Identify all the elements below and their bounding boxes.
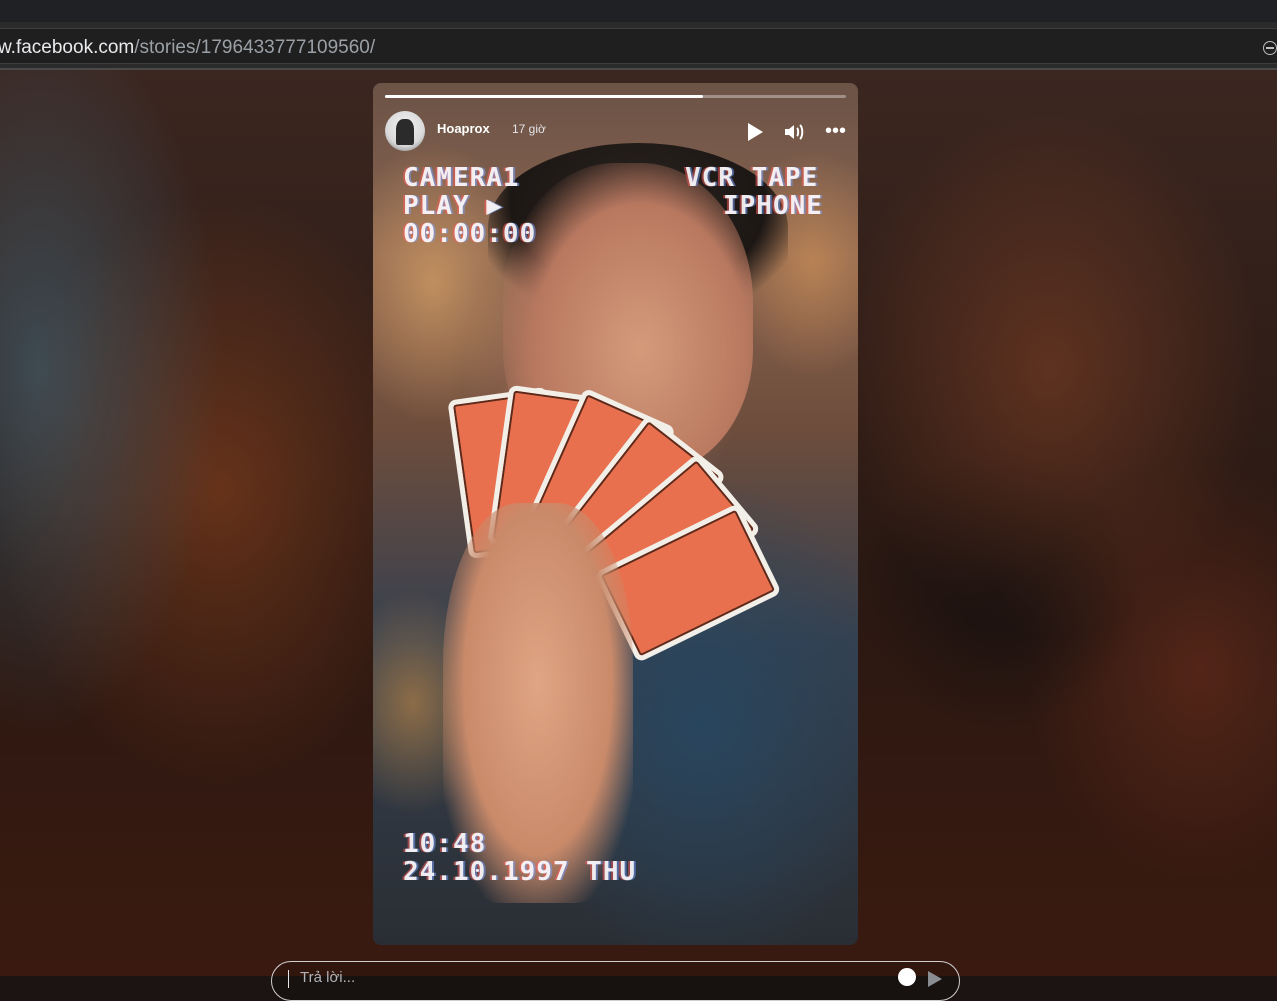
- story-username[interactable]: Hoaprox: [437, 121, 490, 136]
- browser-address-bar: w.facebook.com/stories/1796433777109560/: [0, 22, 1277, 70]
- story-viewer-backdrop: CAMERA1 PLAY ▶ 00:00:00 VCR TAPE IPHONE …: [0, 70, 1277, 976]
- story-header: Hoaprox 17 giờ •••: [385, 111, 846, 153]
- overlay-date: 24.10.1997 THU: [403, 857, 637, 887]
- overlay-time: 10:48: [403, 829, 487, 859]
- reply-input[interactable]: Trả lời...: [271, 961, 960, 1001]
- text-caret: [288, 970, 289, 988]
- story-progress-fill: [385, 95, 704, 98]
- emoji-icon[interactable]: [898, 968, 916, 986]
- reply-placeholder: Trả lời...: [300, 969, 356, 986]
- play-icon[interactable]: [748, 123, 763, 141]
- story-timestamp: 17 giờ: [512, 122, 546, 136]
- story-card[interactable]: CAMERA1 PLAY ▶ 00:00:00 VCR TAPE IPHONE …: [373, 83, 858, 945]
- url-host: w.facebook.com: [0, 37, 135, 58]
- overlay-vcr-tape: VCR TAPE: [685, 163, 819, 193]
- url-text: w.facebook.com/stories/1796433777109560/: [0, 37, 375, 59]
- more-icon[interactable]: •••: [825, 121, 846, 141]
- volume-icon[interactable]: [782, 120, 806, 144]
- send-icon[interactable]: [928, 971, 942, 987]
- overlay-counter: 00:00:00: [403, 219, 537, 249]
- overlay-play-label: PLAY ▶: [403, 191, 503, 221]
- url-field[interactable]: w.facebook.com/stories/1796433777109560/: [0, 28, 1277, 64]
- overlay-iphone: IPHONE: [723, 191, 823, 221]
- browser-top-strip: [0, 0, 1277, 22]
- zoom-out-icon[interactable]: [1263, 41, 1277, 55]
- avatar[interactable]: [385, 111, 425, 151]
- overlay-camera-label: CAMERA1: [403, 163, 520, 193]
- story-progress-bar: [385, 95, 846, 98]
- url-path: /stories/1796433777109560/: [134, 37, 376, 58]
